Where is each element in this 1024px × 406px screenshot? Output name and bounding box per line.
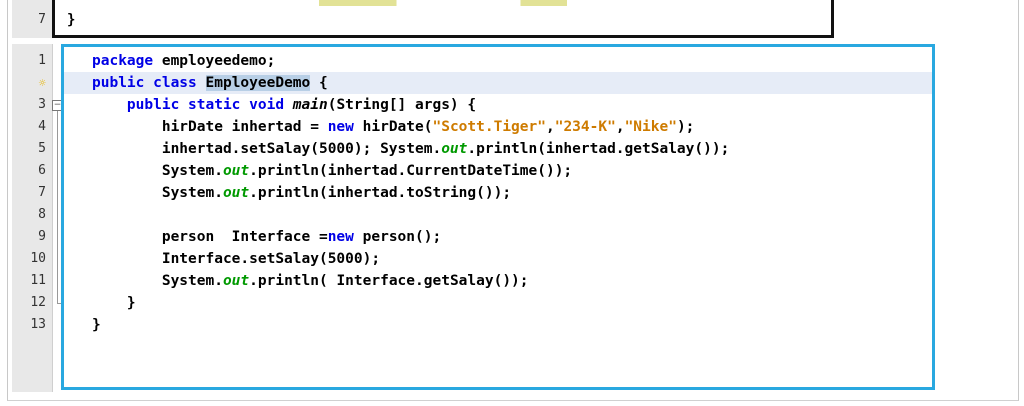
line-number: 4 xyxy=(38,119,46,134)
code-line[interactable]: package employeedemo; xyxy=(64,50,932,72)
code-line[interactable]: } xyxy=(64,314,932,336)
code-token: person(); xyxy=(353,229,442,245)
keyword-token: public class xyxy=(92,75,206,91)
line-number: 6 xyxy=(38,163,46,178)
code-line[interactable] xyxy=(64,204,932,226)
line-number: 11 xyxy=(30,273,46,288)
code-token: .println( Interface.getSalay()); xyxy=(249,273,529,289)
keyword-token: package xyxy=(92,53,154,69)
code-token: , xyxy=(545,119,555,135)
code-token: (String[] args) { xyxy=(327,97,477,113)
code-token: hirDate( xyxy=(353,119,433,135)
code-token: System. xyxy=(92,163,223,179)
code-editor[interactable]: package employeedemo; public class Employ… xyxy=(61,44,935,390)
line-number: 3 xyxy=(38,97,46,112)
code-token: employeedemo; xyxy=(153,53,276,69)
code-line[interactable]: person Interface =new person(); xyxy=(64,226,932,248)
string-token: "Nike" xyxy=(624,119,677,135)
hint-bulb-icon[interactable]: ☼ xyxy=(12,72,46,94)
string-token: "Scott.Tiger" xyxy=(432,119,546,135)
code-token: hirDate inhertad = xyxy=(92,119,328,135)
line-number: 1 xyxy=(38,53,46,68)
string-token: "234-K" xyxy=(554,119,616,135)
code-token: inhertad.setSalay(5000); System. xyxy=(92,141,442,157)
code-line[interactable]: inhertad.setSalay(5000); System.out.prin… xyxy=(64,138,932,160)
field-token: out xyxy=(222,185,250,201)
top-snippet-line-number: 7 xyxy=(38,12,46,27)
code-token: } xyxy=(92,317,101,333)
line-number: 8 xyxy=(38,207,46,222)
top-snippet-cutoff-line xyxy=(55,0,831,6)
line-number: 5 xyxy=(38,141,46,156)
field-token: out xyxy=(222,273,250,289)
keyword-token: new xyxy=(327,229,354,245)
code-token: } xyxy=(92,295,136,311)
line-number: 9 xyxy=(38,229,46,244)
top-snippet-gutter: 7 xyxy=(12,0,53,38)
code-token: { xyxy=(310,75,328,91)
code-line[interactable]: } xyxy=(64,292,932,314)
line-number: 12 xyxy=(30,295,46,310)
fold-guide xyxy=(57,111,58,303)
method-token: main xyxy=(292,97,328,113)
code-line[interactable]: public static void main(String[] args) { xyxy=(64,94,932,116)
keyword-token: new xyxy=(327,119,354,135)
code-token: .println(inhertad.getSalay()); xyxy=(467,141,730,157)
code-token: .println(inhertad.toString()); xyxy=(249,185,512,201)
code-line[interactable]: System.out.println(inhertad.CurrentDateT… xyxy=(64,160,932,182)
code-line[interactable]: hirDate inhertad = new hirDate("Scott.Ti… xyxy=(64,116,932,138)
code-token: ); xyxy=(676,119,695,135)
code-token: .println(inhertad.CurrentDateTime()); xyxy=(249,163,573,179)
code-line[interactable]: public class EmployeeDemo { xyxy=(64,72,932,94)
code-token: System. xyxy=(92,185,223,201)
code-token: person Interface = xyxy=(92,229,328,245)
code-token: , xyxy=(615,119,625,135)
top-snippet-box: } xyxy=(52,0,834,38)
line-number: 7 xyxy=(38,185,46,200)
code-line[interactable]: System.out.println( Interface.getSalay()… xyxy=(64,270,932,292)
field-token: out xyxy=(441,141,468,157)
field-token: out xyxy=(222,163,250,179)
line-number: 10 xyxy=(30,251,46,266)
code-token: System. xyxy=(92,273,223,289)
top-snippet-code: } xyxy=(67,12,76,28)
keyword-token: public static void xyxy=(126,97,293,113)
selected-token: EmployeeDemo xyxy=(205,75,311,91)
code-line[interactable]: System.out.println(inhertad.toString()); xyxy=(64,182,932,204)
code-token: Interface.setSalay(5000); xyxy=(92,251,381,267)
line-number-gutter: 1 ☼ 3−4 5 6 7 8 9 10 11 12 13 xyxy=(12,44,63,392)
code-line[interactable]: Interface.setSalay(5000); xyxy=(64,248,932,270)
line-number: 13 xyxy=(30,317,46,332)
